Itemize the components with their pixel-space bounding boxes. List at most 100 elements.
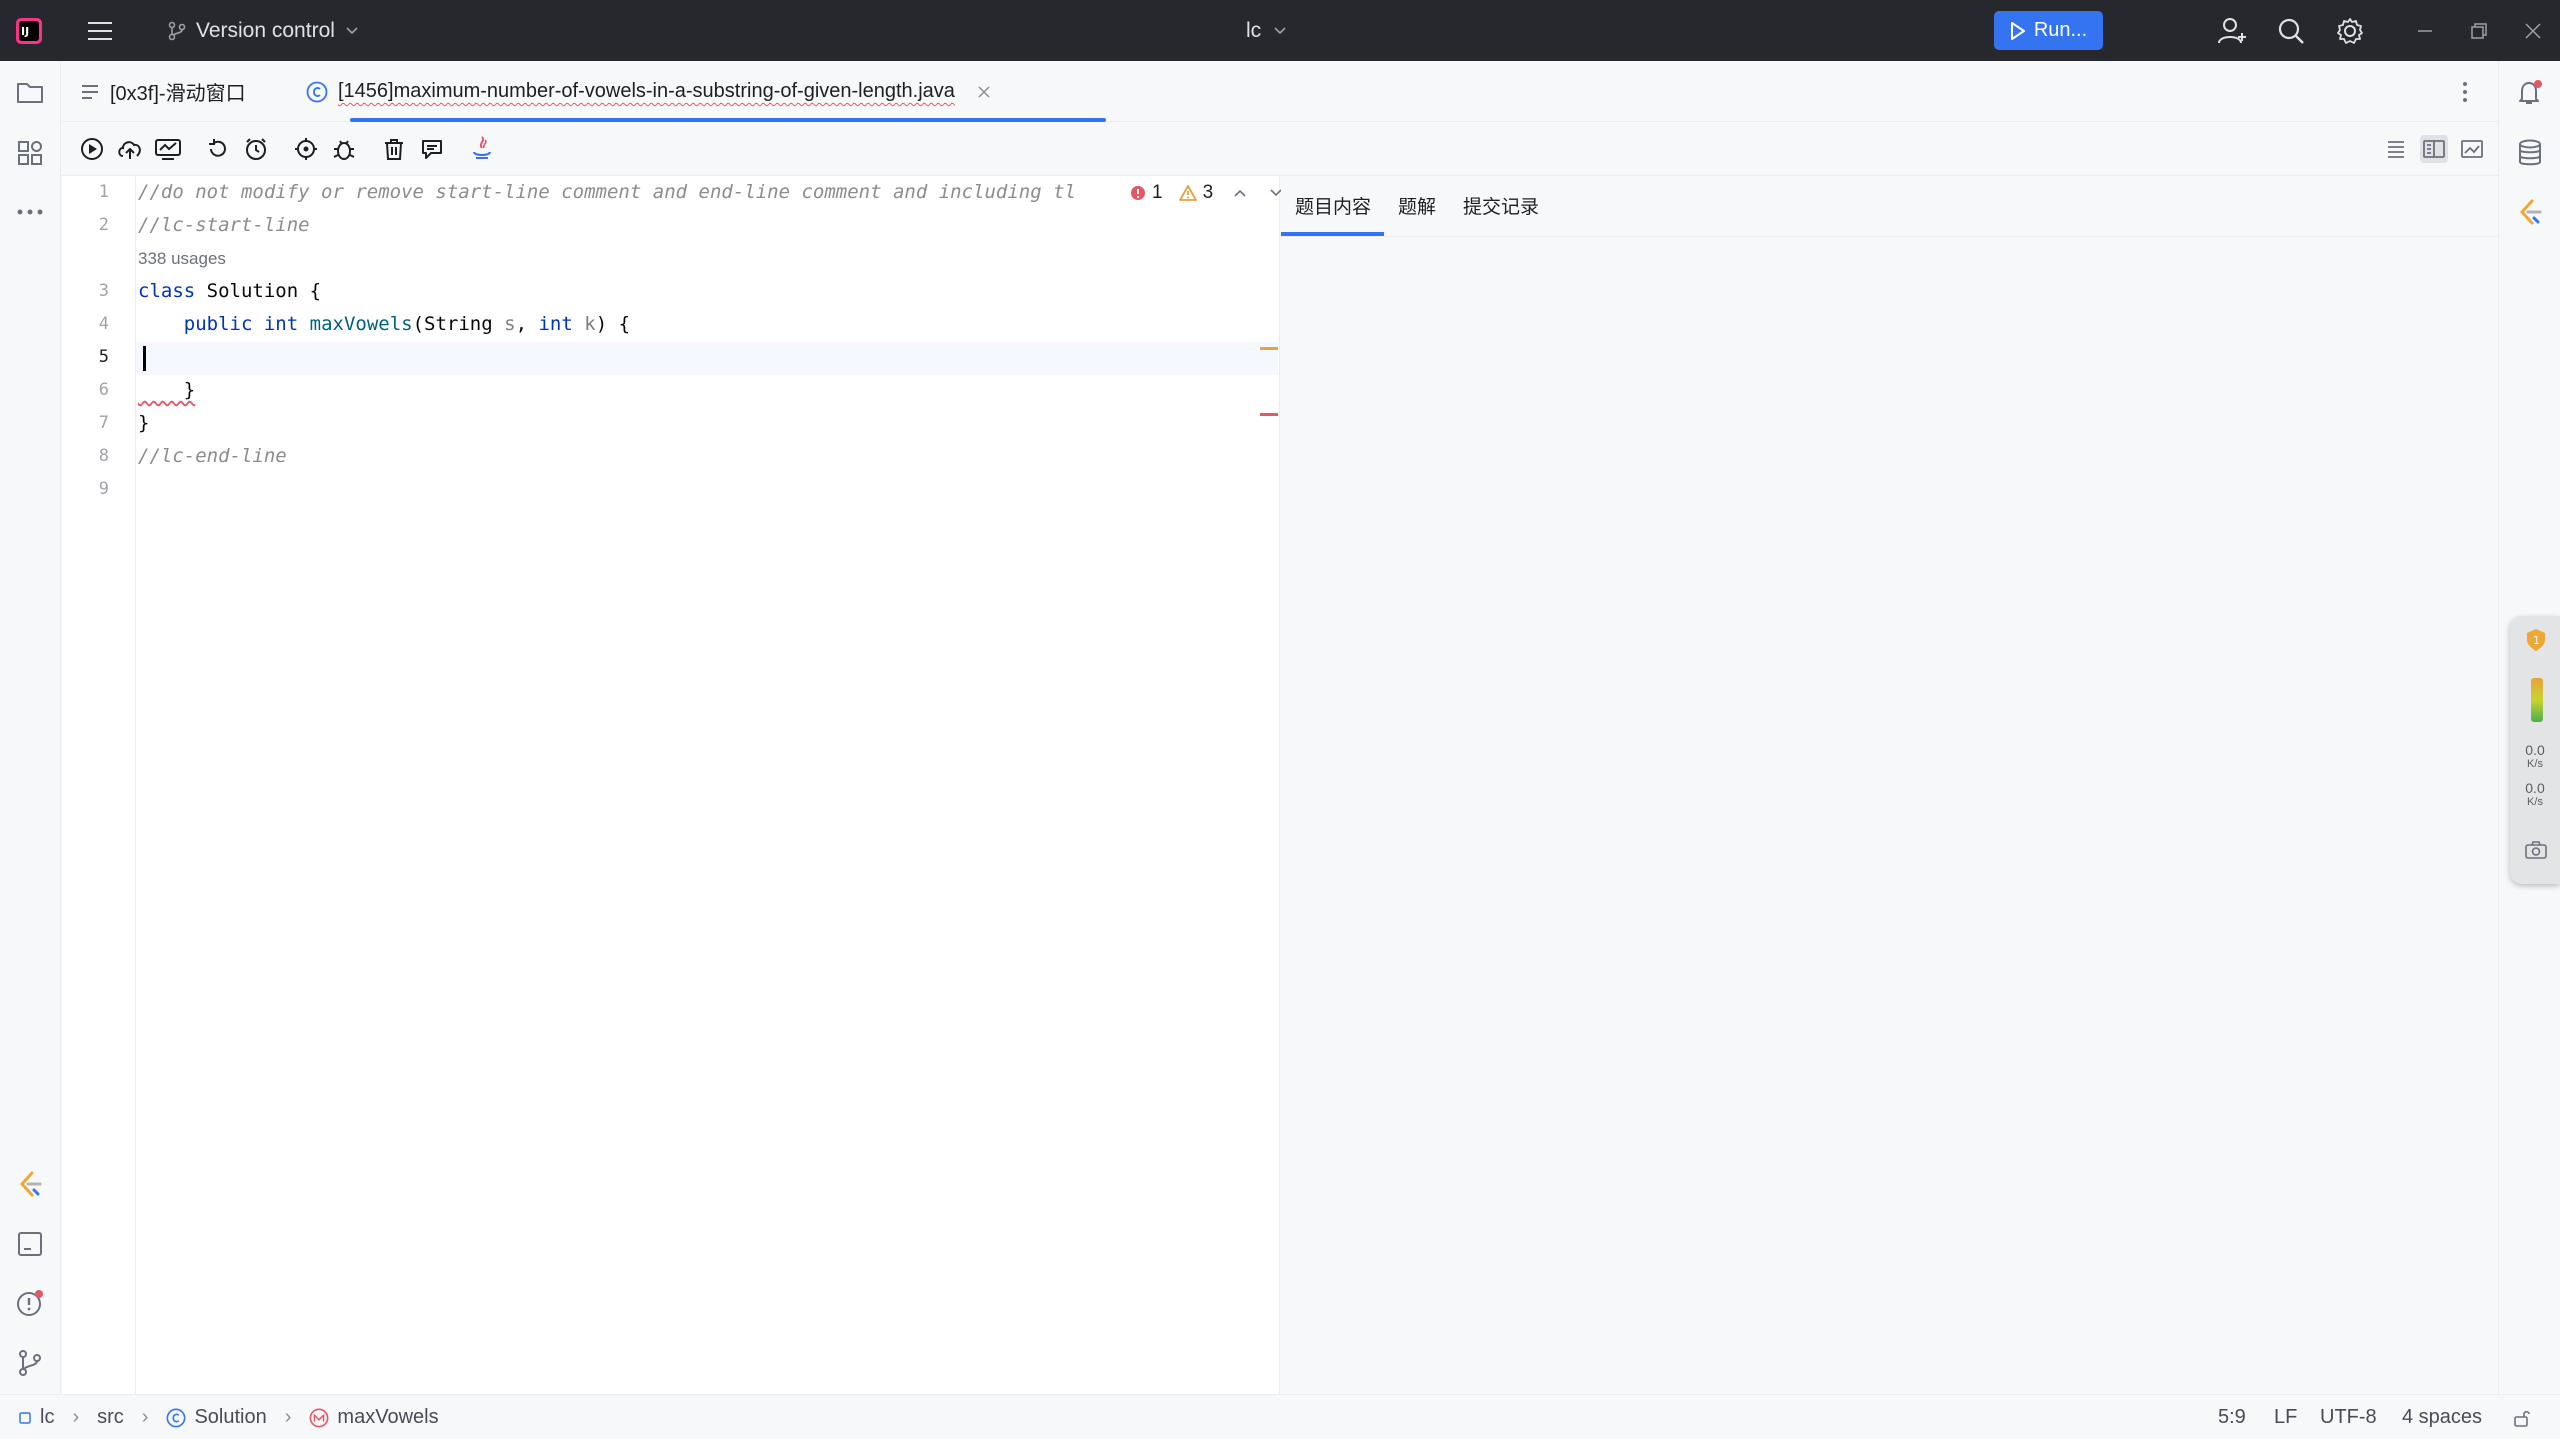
problem-panel: 题目内容 题解 提交记录 — [1281, 176, 2498, 1394]
delete-trash-icon[interactable] — [380, 135, 408, 163]
notifications-bell-icon[interactable] — [2514, 77, 2546, 109]
keyword: class — [138, 280, 196, 302]
leetcode-panel-icon[interactable] — [2514, 196, 2546, 228]
warning-count: 3 — [1202, 182, 1214, 203]
add-user-icon[interactable] — [2218, 0, 2248, 61]
comments-icon[interactable] — [418, 135, 446, 163]
tab-options-icon[interactable] — [2462, 61, 2468, 122]
chevron-up-icon[interactable] — [1233, 188, 1247, 198]
warning-stripe-marker[interactable] — [1260, 347, 1278, 350]
parameter: k — [584, 313, 596, 335]
branch-icon — [168, 21, 186, 40]
project-selector[interactable]: lc — [1246, 0, 1287, 61]
class-icon — [306, 81, 328, 102]
submit-cloud-icon[interactable] — [116, 135, 144, 163]
debug-bug-icon[interactable] — [330, 135, 358, 163]
close-tab-icon[interactable] — [977, 85, 991, 99]
run-button[interactable]: Run... — [1994, 11, 2103, 50]
download-unit: K/s — [2527, 796, 2543, 808]
locate-target-icon[interactable] — [292, 135, 320, 163]
class-icon — [167, 1408, 186, 1427]
file-encoding[interactable]: UTF-8 — [2320, 1395, 2377, 1439]
line-number: 4 — [98, 314, 109, 334]
keyword: int — [263, 313, 299, 335]
tab-solution-file[interactable]: [1456]maximum-number-of-vowels-in-a-subs… — [306, 61, 991, 122]
preview-only-view-icon[interactable] — [2458, 135, 2486, 163]
chevron-right-icon: › — [284, 1406, 292, 1428]
editor-only-view-icon[interactable] — [2382, 135, 2410, 163]
error-stripe-marker[interactable] — [1260, 413, 1278, 416]
current-line-highlight — [62, 342, 1278, 375]
tab-sliding-window[interactable]: [0x3f]-滑动窗口 — [80, 61, 246, 122]
code-line-1: //do not modify or remove start-line com… — [138, 181, 1076, 203]
usages-inlay-hint[interactable]: 338 usages — [138, 249, 226, 269]
line-number: 7 — [98, 413, 109, 433]
breadcrumb-item[interactable]: src — [97, 1406, 124, 1429]
git-icon[interactable] — [14, 1347, 46, 1379]
method-name: maxVowels — [309, 313, 413, 335]
inspection-widget[interactable]: 1 3 — [1130, 182, 1283, 204]
tab-label: [1456]maximum-number-of-vowels-in-a-subs… — [338, 80, 955, 102]
breadcrumb-item[interactable]: maxVowels — [337, 1406, 438, 1429]
run-label: Run... — [2033, 19, 2088, 41]
tab-solutions[interactable]: 题解 — [1398, 192, 1436, 219]
active-tab-indicator — [1281, 232, 1384, 236]
close-window-icon[interactable] — [2524, 0, 2542, 61]
line-number: 2 — [98, 215, 109, 235]
terminal-icon[interactable] — [14, 1228, 46, 1260]
line-number: 1 — [98, 182, 109, 202]
network-monitor-widget[interactable]: 1 0.0 K/s 0.0 K/s — [2510, 616, 2560, 884]
play-icon — [2010, 21, 2025, 40]
keyword: public — [183, 313, 253, 335]
chevron-right-icon: › — [72, 1406, 80, 1428]
line-number: 5 — [98, 347, 109, 367]
indent-setting[interactable]: 4 spaces — [2402, 1395, 2482, 1439]
breadcrumb-item[interactable]: lc — [40, 1406, 54, 1429]
leetcode-plugin-icon[interactable] — [14, 1168, 46, 1200]
caret-position[interactable]: 5:9 — [2218, 1395, 2246, 1439]
problem-panel-tabs: 题目内容 题解 提交记录 — [1281, 176, 2498, 237]
upload-speed: 0.0 — [2525, 742, 2545, 758]
read-only-lock-icon[interactable] — [2512, 1395, 2532, 1439]
warning-icon — [1178, 185, 1197, 201]
run-code-icon[interactable] — [78, 135, 106, 163]
settings-gear-icon[interactable] — [2336, 0, 2364, 61]
java-icon[interactable] — [468, 135, 496, 163]
left-tool-stripe — [0, 61, 61, 1394]
structure-icon[interactable] — [14, 137, 46, 169]
status-bar: lc › src › Solution › maxVowels 5:9 LF U… — [0, 1394, 2560, 1439]
line-separator[interactable]: LF — [2274, 1395, 2297, 1439]
project-folder-icon[interactable] — [14, 77, 46, 109]
tab-problem-content[interactable]: 题目内容 — [1295, 192, 1371, 219]
breadcrumb: lc › src › Solution › maxVowels — [18, 1395, 439, 1439]
reset-code-icon[interactable] — [204, 135, 232, 163]
test-case-icon[interactable] — [154, 135, 182, 163]
app-logo-icon[interactable]: IJ — [16, 0, 42, 61]
line-number: 8 — [98, 446, 109, 466]
upload-unit: K/s — [2527, 758, 2543, 770]
error-icon — [1131, 186, 1145, 200]
database-icon[interactable] — [2514, 137, 2546, 169]
main-menu-icon[interactable] — [88, 0, 114, 61]
breadcrumb-item[interactable]: Solution — [194, 1406, 266, 1429]
search-icon[interactable] — [2277, 0, 2305, 61]
problems-icon[interactable] — [14, 1287, 46, 1319]
split-view-icon[interactable] — [2420, 135, 2448, 163]
line-number-gutter: 1 2 3 4 5 6 7 8 9 — [62, 176, 136, 1394]
error-count: 1 — [1152, 182, 1163, 203]
tab-submissions[interactable]: 提交记录 — [1463, 192, 1539, 219]
minimize-icon[interactable] — [2416, 0, 2434, 61]
text-caret — [143, 346, 146, 371]
timer-clock-icon[interactable] — [242, 135, 270, 163]
code-line-4: public int maxVowels(String s, int k) { — [138, 308, 630, 341]
code-text: (String — [412, 313, 505, 335]
camera-icon[interactable] — [2524, 840, 2548, 860]
code-line-3: class Solution { — [138, 275, 321, 308]
code-editor[interactable]: 1 2 3 4 5 6 7 8 9 //do not modify or rem… — [62, 176, 1283, 1394]
more-tools-icon[interactable] — [14, 196, 46, 228]
tab-label: [0x3f]-滑动窗口 — [110, 83, 246, 105]
code-text: , — [515, 313, 539, 335]
version-control-widget[interactable]: Version control — [168, 0, 359, 61]
restore-icon[interactable] — [2470, 0, 2488, 61]
